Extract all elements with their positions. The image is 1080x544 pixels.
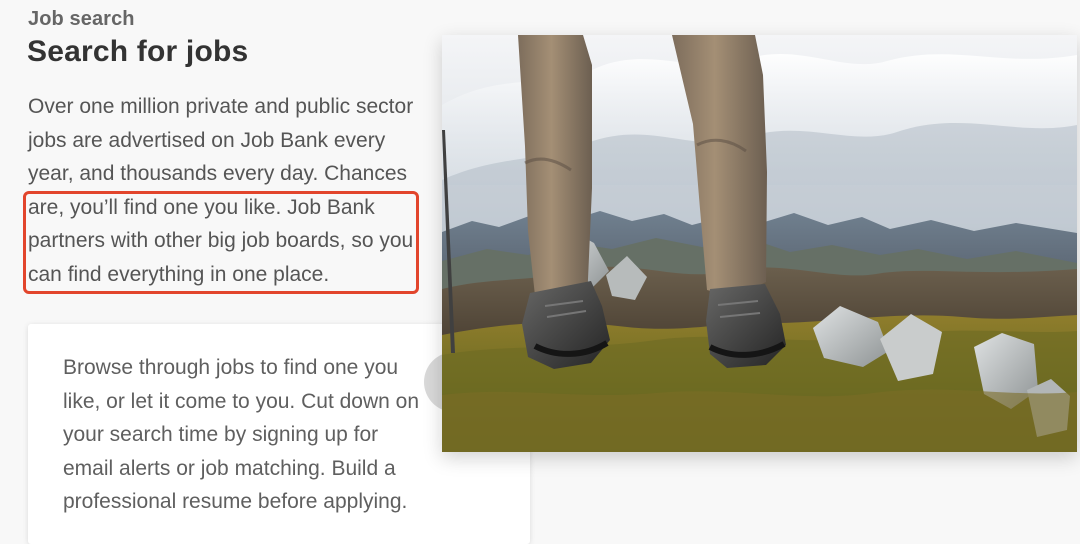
intro-text: Over one million private and public sect… (28, 95, 414, 286)
page-title: Search for jobs (27, 35, 249, 68)
hero-photo (442, 35, 1077, 452)
eyebrow-heading: Job search (28, 8, 135, 30)
card-text: Browse through jobs to find one you like… (63, 356, 420, 513)
